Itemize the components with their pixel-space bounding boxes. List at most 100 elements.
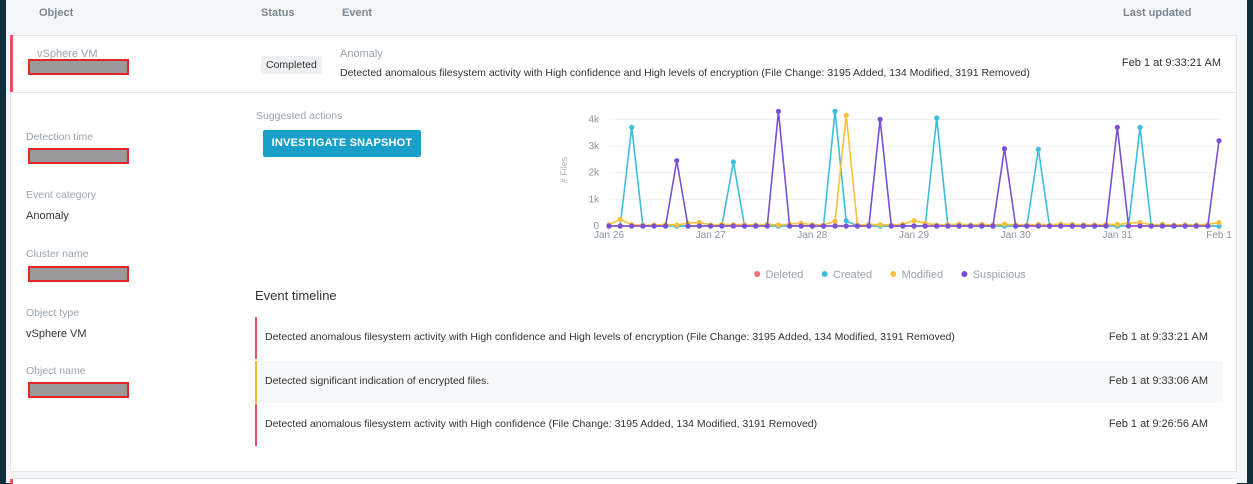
data-point-modified <box>843 112 849 118</box>
x-tick-label: Jan 31 <box>1102 230 1132 241</box>
data-point-suspicious <box>809 223 815 229</box>
data-point-suspicious <box>1001 146 1008 152</box>
detection-time-label: Detection time <box>26 131 94 143</box>
data-point-suspicious <box>651 223 657 229</box>
data-point-modified <box>617 216 623 222</box>
data-point-created <box>832 108 838 114</box>
data-point-created <box>934 115 940 121</box>
data-point-suspicious <box>1035 223 1041 229</box>
data-point-modified <box>911 218 917 224</box>
timeline-row[interactable]: Detected anomalous filesystem activity w… <box>255 317 1223 359</box>
x-tick-label: Jan 29 <box>899 230 929 241</box>
data-point-created <box>730 159 736 165</box>
data-point-modified <box>1216 219 1222 226</box>
data-point-suspicious <box>934 223 940 229</box>
redacted-object-name-detail <box>28 382 129 398</box>
data-point-suspicious <box>820 223 827 229</box>
data-point-created <box>843 218 849 224</box>
timeline-row[interactable]: Detected significant indication of encry… <box>255 361 1223 403</box>
series-line-created <box>609 111 1219 227</box>
data-point-suspicious <box>741 223 748 229</box>
data-point-suspicious <box>1013 223 1019 229</box>
data-point-modified <box>877 222 883 228</box>
data-point-suspicious <box>1216 138 1222 144</box>
severity-indicator <box>10 35 13 92</box>
legend-dot-deleted: ● <box>753 265 762 281</box>
data-point-suspicious <box>640 223 646 229</box>
event-description: Detected anomalous filesystem activity w… <box>340 67 1030 79</box>
event-time: Feb 1 at 9:33:21 AM <box>1121 57 1221 69</box>
investigate-snapshot-button[interactable]: INVESTIGATE SNAPSHOT <box>263 130 421 157</box>
data-point-suspicious <box>1080 223 1087 229</box>
legend-created[interactable]: ● Created <box>820 265 872 281</box>
column-header-status[interactable]: Status <box>261 7 295 19</box>
data-point-suspicious <box>629 223 635 229</box>
object-name-label: Object name <box>26 365 86 377</box>
data-point-suspicious <box>787 223 793 229</box>
data-point-suspicious <box>832 223 838 229</box>
data-point-suspicious <box>967 223 974 229</box>
redacted-cluster-name <box>28 266 129 282</box>
data-point-suspicious <box>922 223 928 229</box>
table-header: Object Status Event Last updated <box>6 0 1247 28</box>
divider <box>11 92 1236 93</box>
x-tick-label: Jan 28 <box>797 230 827 241</box>
suggested-actions-label: Suggested actions <box>256 110 343 122</box>
legend-modified[interactable]: ● Modified <box>889 265 943 281</box>
data-point-suspicious <box>1024 223 1030 229</box>
data-point-suspicious <box>685 223 691 229</box>
data-point-suspicious <box>1171 223 1177 229</box>
data-point-suspicious <box>1046 223 1053 229</box>
cluster-name-label: Cluster name <box>26 248 89 260</box>
legend-suspicious[interactable]: ● Suspicious <box>960 265 1026 281</box>
data-point-suspicious <box>764 223 770 229</box>
data-point-suspicious <box>990 223 996 229</box>
data-point-suspicious <box>708 223 714 229</box>
event-card: vSphere VM Completed Anomaly Detected an… <box>10 35 1237 472</box>
data-point-suspicious <box>1159 223 1166 229</box>
data-point-suspicious <box>617 223 623 229</box>
data-point-suspicious <box>775 108 782 114</box>
y-axis-label: # Files <box>559 156 569 183</box>
legend-dot-suspicious: ● <box>960 265 969 281</box>
data-point-suspicious <box>1148 223 1154 229</box>
data-point-suspicious <box>730 223 736 229</box>
column-header-last-updated[interactable]: Last updated <box>1123 7 1191 19</box>
data-point-suspicious <box>1114 124 1120 130</box>
status-badge: Completed <box>261 56 322 74</box>
data-point-suspicious <box>606 223 612 229</box>
next-severity-indicator <box>10 479 13 484</box>
timeline-row-text: Detected anomalous filesystem activity w… <box>265 418 818 430</box>
data-point-suspicious <box>900 223 906 229</box>
data-point-suspicious <box>956 223 962 229</box>
x-tick-label: Feb 1 <box>1206 230 1232 241</box>
series-line-modified <box>608 115 1220 227</box>
data-point-suspicious <box>662 223 669 229</box>
column-header-object[interactable]: Object <box>39 7 73 19</box>
data-point-created <box>1137 124 1143 130</box>
data-point-suspicious <box>696 223 703 229</box>
data-point-suspicious <box>719 223 725 229</box>
data-point-suspicious <box>1193 223 1199 229</box>
data-point-suspicious <box>888 223 894 229</box>
data-point-suspicious <box>1182 223 1188 229</box>
timeline-row[interactable]: Detected anomalous filesystem activity w… <box>255 404 1223 446</box>
data-point-suspicious <box>877 116 883 122</box>
next-event-card[interactable] <box>10 478 1237 484</box>
data-point-modified <box>1114 221 1120 227</box>
data-point-modified <box>674 222 680 228</box>
page: Object Status Event Last updated vSphere… <box>6 0 1247 484</box>
data-point-suspicious <box>1125 223 1132 229</box>
timeline-row-text: Detected significant indication of encry… <box>265 375 490 387</box>
legend-deleted[interactable]: ● Deleted <box>753 265 803 281</box>
data-point-modified <box>1001 221 1008 227</box>
redacted-detection-time <box>28 148 129 164</box>
x-tick-label: Jan 26 <box>594 230 624 241</box>
data-point-suspicious <box>1058 223 1064 229</box>
series-line-suspicious <box>609 111 1220 227</box>
data-point-suspicious <box>1137 223 1143 229</box>
data-point-suspicious <box>854 223 861 229</box>
column-header-event[interactable]: Event <box>342 7 372 19</box>
file-activity-chart: 01k2k3k4k# FilesJan 26 Jan 27 Jan 28 Jan 29… <box>559 108 1232 241</box>
data-point-suspicious <box>1069 223 1075 229</box>
